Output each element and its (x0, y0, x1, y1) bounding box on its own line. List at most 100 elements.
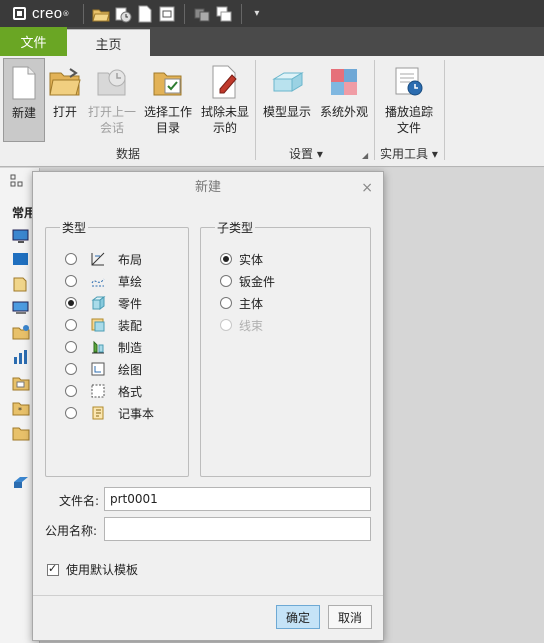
type-option-drawing[interactable]: 绘图 (65, 360, 142, 378)
open-session-icon[interactable] (114, 5, 132, 23)
toolbar-separator (83, 3, 85, 24)
logo-text: creo (32, 5, 63, 22)
type-option-assembly[interactable]: 装配 (65, 316, 142, 334)
select-window-icon[interactable] (158, 5, 176, 23)
subtype-option-sheetmetal[interactable]: 钣金件 (220, 272, 275, 290)
type-option-sketch[interactable]: 草绘 (65, 272, 142, 290)
type-option-format[interactable]: 格式 (65, 382, 142, 400)
system-appearance-button[interactable]: 系统外观 (316, 58, 372, 142)
regenerate-icon[interactable] (193, 5, 211, 23)
layout-icon (91, 252, 105, 266)
utilities-dropdown-icon[interactable]: ▾ (432, 147, 438, 161)
radio-button[interactable] (65, 297, 77, 309)
utilities-label-text: 实用工具 (380, 147, 429, 161)
select-working-directory-label: 选择工作 目录 (143, 105, 192, 135)
erase-not-displayed-button[interactable]: 拭除未显 示的 (197, 58, 253, 142)
radio-button[interactable] (65, 407, 77, 419)
use-default-template-checkbox[interactable] (47, 562, 59, 576)
settings-dropdown-icon[interactable]: ▾ (317, 147, 323, 161)
ribbon-tab-bar: 文件 主页 (0, 27, 544, 56)
model-display-button[interactable]: 模型显示 (260, 58, 314, 142)
type-option-part[interactable]: 零件 (65, 294, 142, 312)
select-working-directory-button[interactable]: 选择工作 目录 (140, 58, 196, 142)
subtype-option-solid[interactable]: 实体 (220, 250, 263, 268)
monitor-icon[interactable] (12, 252, 30, 268)
radio-button[interactable] (65, 319, 77, 331)
radio-button[interactable] (65, 341, 77, 353)
tab-home[interactable]: 主页 (67, 29, 150, 56)
group-separator (374, 60, 375, 160)
model-tree-tab-icon[interactable] (10, 174, 24, 191)
close-icon[interactable]: × (361, 180, 373, 196)
cancel-button[interactable]: 取消 (328, 605, 372, 629)
open-last-session-label: 打开上一 会话 (87, 105, 136, 135)
drawing-icon (91, 362, 105, 376)
network-folder-icon[interactable] (12, 324, 30, 340)
documents-icon[interactable] (12, 276, 30, 292)
format-icon (91, 384, 105, 398)
dialog-launcher-icon[interactable]: ◢ (362, 151, 368, 160)
toolbar-separator (184, 3, 186, 24)
folder-icon[interactable] (12, 425, 30, 441)
new-file-icon[interactable] (136, 5, 154, 23)
desktop-icon[interactable] (12, 229, 30, 245)
type-label: 布局 (118, 252, 143, 267)
play-trail-file-button[interactable]: 播放追踪 文件 (381, 58, 437, 142)
subtype-option-harness: 线束 (220, 316, 263, 334)
sync-icon[interactable] (12, 474, 30, 490)
type-label: 零件 (118, 296, 143, 311)
play-trail-icon (389, 62, 429, 102)
new-button[interactable]: 新建 (3, 58, 45, 142)
group-separator (255, 60, 256, 160)
open-last-session-button[interactable]: 打开上一 会话 (85, 58, 139, 142)
chart-icon[interactable] (12, 349, 30, 365)
use-default-template-row[interactable]: 使用默认模板 (47, 561, 138, 578)
radio-button[interactable] (220, 275, 232, 287)
subtype-option-bulk[interactable]: 主体 (220, 294, 263, 312)
erase-icon (205, 62, 245, 102)
title-bar: creo ® ▾ (0, 0, 544, 27)
dialog-title: 新建 (194, 180, 221, 195)
subtype-label: 线束 (239, 318, 264, 333)
type-option-layout[interactable]: 布局 (65, 250, 142, 268)
tab-file[interactable]: 文件 (0, 27, 67, 56)
graphics-area[interactable] (384, 168, 544, 643)
svg-text:*: * (18, 406, 22, 415)
windows-icon[interactable] (215, 5, 233, 23)
type-label: 草绘 (118, 274, 143, 289)
subtype-label: 实体 (239, 252, 264, 267)
open-folder-icon[interactable] (92, 5, 111, 23)
working-directory-icon (148, 62, 188, 102)
type-legend: 类型 (60, 219, 89, 236)
ok-button[interactable]: 确定 (276, 605, 320, 629)
radio-button[interactable] (220, 297, 232, 309)
working-directory-folder-icon[interactable] (12, 375, 30, 391)
customize-toolbar-dropdown[interactable]: ▾ (254, 8, 259, 19)
dialog-divider (33, 595, 383, 596)
creo-logo: creo ® (13, 0, 69, 27)
notebook-icon (92, 406, 104, 420)
type-label: 制造 (118, 340, 143, 355)
radio-button[interactable] (65, 385, 77, 397)
radio-button[interactable] (65, 275, 77, 287)
computer-icon[interactable] (12, 300, 30, 316)
part-icon (91, 296, 106, 310)
play-trail-file-label: 播放追踪 文件 (384, 105, 433, 135)
radio-button[interactable] (65, 363, 77, 375)
common-name-input[interactable] (104, 517, 371, 541)
subtype-label: 主体 (239, 296, 264, 311)
filename-input[interactable]: prt0001 (104, 487, 371, 511)
favorites-folder-icon[interactable]: * (12, 400, 30, 416)
common-name-label: 公用名称: (45, 524, 98, 538)
radio-button[interactable] (220, 253, 232, 265)
type-label: 记事本 (118, 406, 155, 421)
type-label: 绘图 (118, 362, 143, 377)
model-display-icon (267, 62, 307, 102)
type-label: 格式 (118, 384, 143, 399)
open-button[interactable]: 打开 (45, 58, 85, 142)
filename-label: 文件名: (59, 494, 100, 508)
type-option-manufacturing[interactable]: 制造 (65, 338, 142, 356)
radio-button[interactable] (65, 253, 77, 265)
type-option-notebook[interactable]: 记事本 (65, 404, 154, 422)
type-label: 装配 (118, 318, 143, 333)
